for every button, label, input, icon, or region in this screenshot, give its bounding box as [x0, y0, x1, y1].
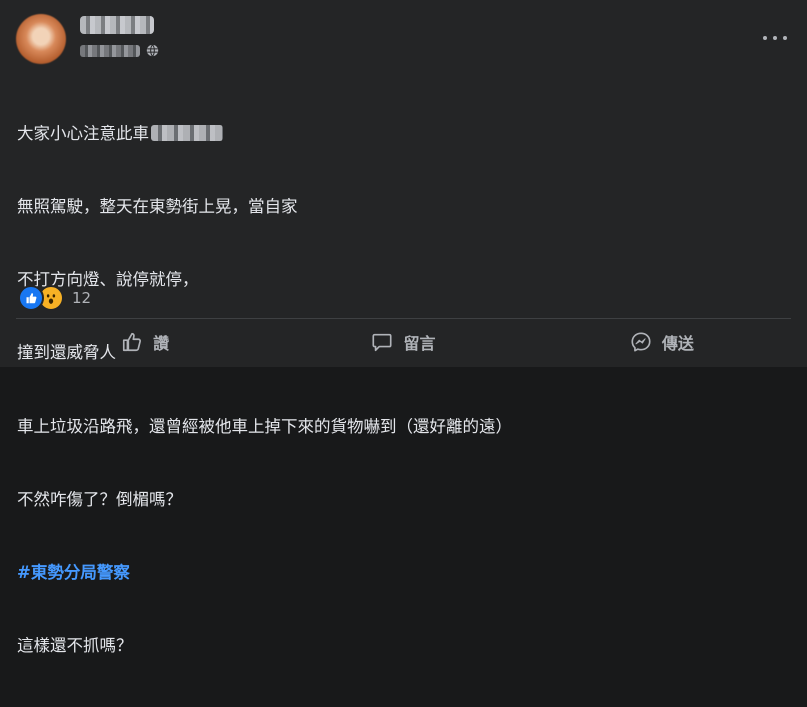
- more-icon[interactable]: [763, 28, 787, 48]
- post-line: 不然咋傷了？倒楣嗎？: [17, 489, 182, 509]
- license-plate-redacted: [151, 124, 223, 141]
- hashtag-link[interactable]: #東勢分局警察: [17, 561, 512, 585]
- share-label: 傳送: [661, 334, 694, 353]
- comment-button[interactable]: 留言: [274, 322, 532, 362]
- post-line: 不打方向燈、說停就停，: [17, 270, 199, 290]
- reaction-summary[interactable]: 12: [18, 285, 91, 311]
- like-label: 讚: [153, 334, 170, 353]
- thumbs-up-icon: [123, 332, 142, 352]
- share-button[interactable]: 傳送: [533, 322, 791, 362]
- comment-bubble-icon: [372, 333, 393, 352]
- author-name-redacted[interactable]: [80, 16, 154, 34]
- action-bar: 讚 留言 傳送: [16, 322, 791, 362]
- reaction-count: 12: [72, 289, 92, 307]
- timestamp-redacted[interactable]: [80, 44, 140, 57]
- avatar[interactable]: [16, 14, 66, 64]
- post-line: 這樣還不抓嗎？: [17, 636, 133, 656]
- comment-label: 留言: [403, 334, 436, 353]
- globe-icon[interactable]: [146, 44, 159, 57]
- messenger-icon: [631, 332, 651, 352]
- post-line: 無照駕駛，整天在東勢街上晃，當自家: [17, 197, 298, 217]
- post-card: 大家小心注意此車 無照駕駛，整天在東勢街上晃，當自家 不打方向燈、說停就停， 撞…: [0, 0, 807, 655]
- post-line: 大家小心注意此車: [17, 122, 512, 146]
- post-meta: [80, 44, 159, 57]
- like-reaction-icon: [18, 285, 44, 311]
- post-line: 車上垃圾沿路飛，還曾經被他車上掉下來的貨物嚇到（還好離的遠）: [17, 416, 512, 436]
- divider: [16, 318, 791, 319]
- post-text: 大家小心注意此車 無照駕駛，整天在東勢街上晃，當自家 不打方向燈、說停就停， 撞…: [17, 73, 512, 707]
- like-button[interactable]: 讚: [16, 322, 274, 362]
